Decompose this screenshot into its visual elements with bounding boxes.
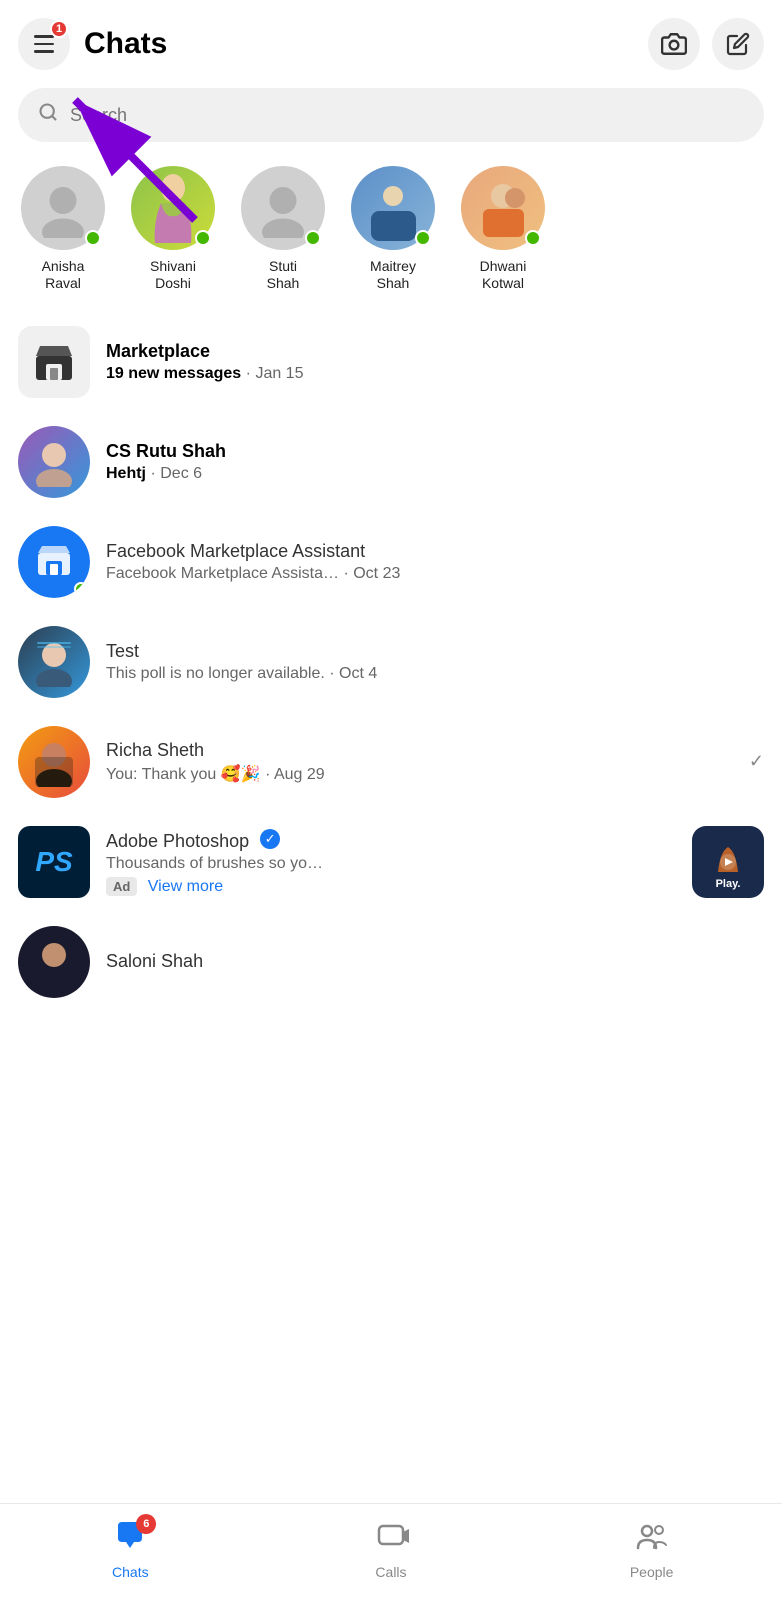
chat-preview: This poll is no longer available. · Oct …: [106, 665, 764, 683]
online-indicator: [74, 582, 88, 596]
compose-icon: [726, 32, 750, 56]
chat-preview: Hehtj · Dec 6: [106, 465, 764, 483]
chat-info: CS Rutu Shah Hehtj · Dec 6: [106, 441, 764, 483]
online-indicator: [85, 230, 101, 246]
contacts-row: AnishaRaval ShivaniDoshi: [0, 158, 782, 312]
chat-item[interactable]: Facebook Marketplace Assistant Facebook …: [0, 512, 782, 612]
chat-preview: Facebook Marketplace Assista… · Oct 23: [106, 565, 764, 583]
page-title: Chats: [84, 27, 648, 61]
online-indicator: [305, 230, 321, 246]
chat-item[interactable]: CS Rutu Shah Hehtj · Dec 6: [0, 412, 782, 512]
chat-name: Marketplace: [106, 341, 764, 362]
compose-button[interactable]: [712, 18, 764, 70]
bottom-nav: 6 Chats Calls People: [0, 1503, 782, 1602]
chat-info: Adobe Photoshop Thousands of brushes so …: [106, 827, 676, 896]
camera-icon: [661, 31, 687, 57]
nav-item-chats[interactable]: 6 Chats: [65, 1518, 195, 1580]
nav-icon-wrap: [634, 1518, 670, 1559]
camera-button[interactable]: [648, 18, 700, 70]
chat-name: Facebook Marketplace Assistant: [106, 541, 764, 562]
contact-name: DhwaniKotwal: [480, 258, 527, 292]
contact-item[interactable]: StutiShah: [238, 166, 328, 292]
chat-item[interactable]: Richa Sheth You: Thank you 🥰🎉 · Aug 29 ✓: [0, 712, 782, 812]
contact-avatar-wrap: [131, 166, 215, 250]
ad-thumbnail: Play.: [692, 826, 764, 898]
header-icons: [648, 18, 764, 70]
chat-item[interactable]: Test This poll is no longer available. ·…: [0, 612, 782, 712]
contact-item[interactable]: ShivaniDoshi: [128, 166, 218, 292]
chat-item[interactable]: Marketplace 19 new messages · Jan 15: [0, 312, 782, 412]
chat-info: Saloni Shah: [106, 951, 764, 972]
contact-avatar-wrap: [241, 166, 325, 250]
chat-item[interactable]: Saloni Shah: [0, 912, 782, 1012]
contact-name: AnishaRaval: [42, 258, 85, 292]
online-indicator: [525, 230, 541, 246]
chat-name: Adobe Photoshop: [106, 827, 676, 852]
nav-icon-wrap: [373, 1518, 409, 1559]
people-icon: [634, 1518, 670, 1554]
chat-info: Richa Sheth You: Thank you 🥰🎉 · Aug 29: [106, 740, 733, 784]
contact-name: ShivaniDoshi: [150, 258, 196, 292]
chat-item-ad[interactable]: PS Adobe Photoshop Thousands of brushes …: [0, 812, 782, 912]
calls-nav-label: Calls: [375, 1564, 406, 1580]
header: 1 Chats: [0, 0, 782, 80]
view-more-link[interactable]: View more: [148, 878, 223, 895]
menu-badge: 1: [50, 20, 68, 38]
hamburger-icon: [34, 35, 54, 53]
verified-badge: [260, 829, 280, 849]
chat-name: CS Rutu Shah: [106, 441, 764, 462]
chat-avatar: [18, 626, 90, 698]
chat-avatar: [18, 726, 90, 798]
chats-nav-label: Chats: [112, 1564, 149, 1580]
search-bar[interactable]: [18, 88, 764, 142]
menu-button[interactable]: 1: [18, 18, 70, 70]
nav-item-calls[interactable]: Calls: [326, 1518, 456, 1580]
chat-name: Test: [106, 641, 764, 662]
calls-icon: [373, 1518, 409, 1554]
search-icon: [38, 102, 58, 128]
people-nav-label: People: [630, 1564, 674, 1580]
online-indicator: [415, 230, 431, 246]
contact-name: MaitreyShah: [370, 258, 416, 292]
chat-name: Richa Sheth: [106, 740, 733, 761]
contact-item[interactable]: MaitreyShah: [348, 166, 438, 292]
contact-item[interactable]: DhwaniKotwal: [458, 166, 548, 292]
chat-avatar: [18, 926, 90, 998]
chat-preview: You: Thank you 🥰🎉 · Aug 29: [106, 764, 733, 784]
chat-avatar: [18, 526, 90, 598]
contact-avatar-wrap: [351, 166, 435, 250]
chats-badge: 6: [136, 1514, 156, 1534]
chat-info: Facebook Marketplace Assistant Facebook …: [106, 541, 764, 583]
play-label: Play.: [692, 878, 764, 890]
search-container: [0, 80, 782, 158]
chat-info: Test This poll is no longer available. ·…: [106, 641, 764, 683]
online-indicator: [195, 230, 211, 246]
chat-list: Marketplace 19 new messages · Jan 15 CS …: [0, 312, 782, 1012]
marketplace-avatar: [18, 326, 90, 398]
chat-preview: Thousands of brushes so yo…: [106, 855, 676, 873]
ad-label: Ad: [106, 877, 137, 896]
chat-meta: ✓: [749, 751, 764, 772]
ad-row: Ad View more: [106, 877, 676, 896]
nav-item-people[interactable]: People: [587, 1518, 717, 1580]
chat-name: Saloni Shah: [106, 951, 764, 972]
chat-preview: 19 new messages · Jan 15: [106, 365, 764, 383]
contact-avatar-wrap: [461, 166, 545, 250]
chat-avatar: [18, 426, 90, 498]
check-icon: ✓: [749, 751, 764, 772]
contact-item[interactable]: AnishaRaval: [18, 166, 108, 292]
nav-icon-wrap: 6: [112, 1518, 148, 1559]
adobe-ps-avatar: PS: [18, 826, 90, 898]
contact-avatar-wrap: [21, 166, 105, 250]
chat-info: Marketplace 19 new messages · Jan 15: [106, 341, 764, 383]
search-input[interactable]: [70, 105, 744, 126]
contact-name: StutiShah: [267, 258, 300, 292]
